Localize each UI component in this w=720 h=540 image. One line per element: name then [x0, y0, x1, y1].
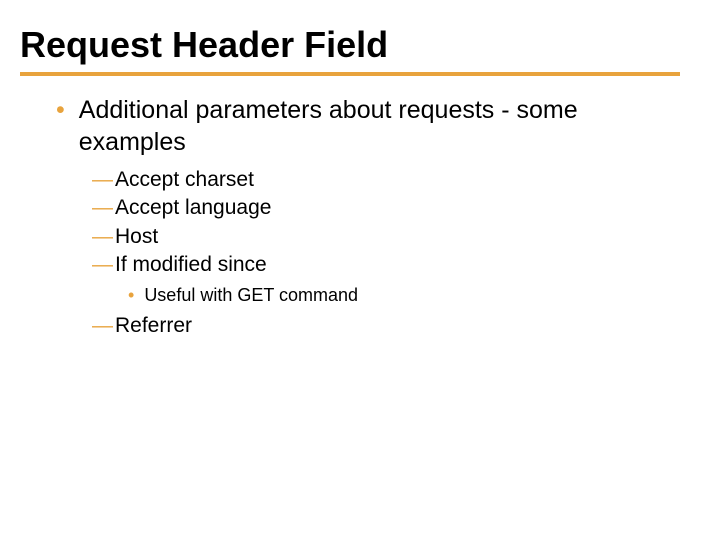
level1-list: • Additional parameters about requests -… — [20, 94, 680, 158]
level1-text: Additional parameters about requests - s… — [79, 94, 680, 158]
bullet-icon: • — [56, 94, 65, 126]
level2-text: Accept language — [115, 194, 271, 222]
level3-item: • Useful with GET command — [128, 283, 680, 307]
level2-text: Referrer — [115, 312, 192, 340]
level2-list: — Accept charset — Accept language — Hos… — [20, 166, 680, 279]
level2-item: — Accept language — [92, 194, 680, 222]
level3-text: Useful with GET command — [144, 283, 358, 307]
level2-item: — Referrer — [92, 312, 680, 340]
slide: Request Header Field • Additional parame… — [0, 0, 720, 540]
level1-item: • Additional parameters about requests -… — [56, 94, 680, 158]
level2-item: — If modified since — [92, 251, 680, 279]
level2-text: Host — [115, 223, 158, 251]
bullet-icon: • — [128, 283, 134, 307]
level2-text: Accept charset — [115, 166, 254, 194]
dash-icon: — — [92, 251, 113, 279]
level3-list: • Useful with GET command — [20, 283, 680, 307]
dash-icon: — — [92, 166, 113, 194]
level2-text: If modified since — [115, 251, 267, 279]
level2-list-cont: — Referrer — [20, 312, 680, 340]
dash-icon: — — [92, 194, 113, 222]
level2-item: — Accept charset — [92, 166, 680, 194]
level2-item: — Host — [92, 223, 680, 251]
dash-icon: — — [92, 223, 113, 251]
slide-title: Request Header Field — [20, 24, 680, 76]
dash-icon: — — [92, 312, 113, 340]
